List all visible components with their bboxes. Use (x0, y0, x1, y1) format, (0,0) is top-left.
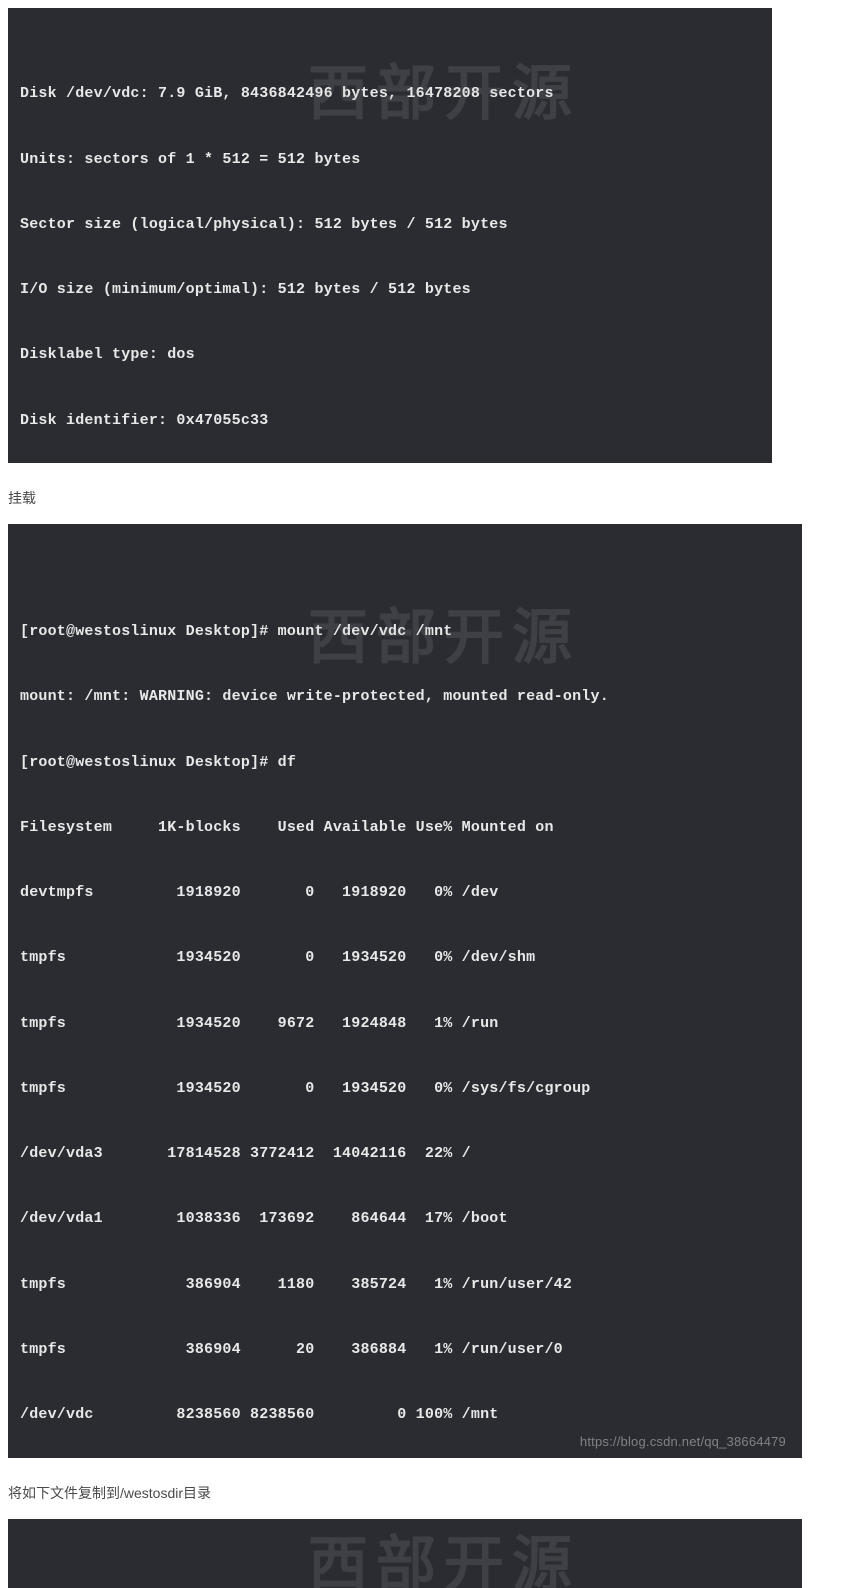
line: Sector size (logical/physical): 512 byte… (20, 214, 760, 236)
caption-mount: 挂载 (8, 488, 860, 508)
prompt-line: [root@westoslinux Desktop]# df (20, 752, 790, 774)
df-row: /dev/vda1 1038336 173692 864644 17% /boo… (20, 1208, 790, 1230)
mount-df-output: 西部开源 https://blog.csdn.net/qq_38664479 [… (8, 524, 802, 1458)
prompt-line: [root@westoslinux Desktop]# mount /dev/v… (20, 621, 790, 643)
df-row: devtmpfs 1918920 0 1918920 0% /dev (20, 882, 790, 904)
line: I/O size (minimum/optimal): 512 bytes / … (20, 279, 760, 301)
df-row: tmpfs 386904 20 386884 1% /run/user/0 (20, 1339, 790, 1361)
line: Disk /dev/vdc: 7.9 GiB, 8436842496 bytes… (20, 83, 760, 105)
caption-copy: 将如下文件复制到/westosdir目录 (8, 1483, 860, 1503)
watermark-text: 西部开源 (308, 1521, 580, 1588)
df-row: /dev/vdc 8238560 8238560 0 100% /mnt (20, 1404, 790, 1426)
fdisk-output: 西部开源 Disk /dev/vdc: 7.9 GiB, 8436842496 … (8, 8, 772, 463)
df-header: Filesystem 1K-blocks Used Available Use%… (20, 817, 790, 839)
df-row: tmpfs 1934520 0 1934520 0% /sys/fs/cgrou… (20, 1078, 790, 1100)
line: Disk identifier: 0x47055c33 (20, 410, 760, 432)
df-row: tmpfs 1934520 9672 1924848 1% /run (20, 1013, 790, 1035)
line: Disklabel type: dos (20, 344, 760, 366)
df-row: tmpfs 1934520 0 1934520 0% /dev/shm (20, 947, 790, 969)
line: Units: sectors of 1 * 512 = 512 bytes (20, 149, 760, 171)
watermark-url: https://blog.csdn.net/qq_38664479 (580, 1433, 786, 1452)
warning-line: mount: /mnt: WARNING: device write-prote… (20, 686, 790, 708)
df-row: /dev/vda3 17814528 3772412 14042116 22% … (20, 1143, 790, 1165)
df-row: tmpfs 386904 1180 385724 1% /run/user/42 (20, 1274, 790, 1296)
ls-ll-output: 西部开源 [root@westoslinux Desktop]# cd /mnt… (8, 1519, 802, 1588)
